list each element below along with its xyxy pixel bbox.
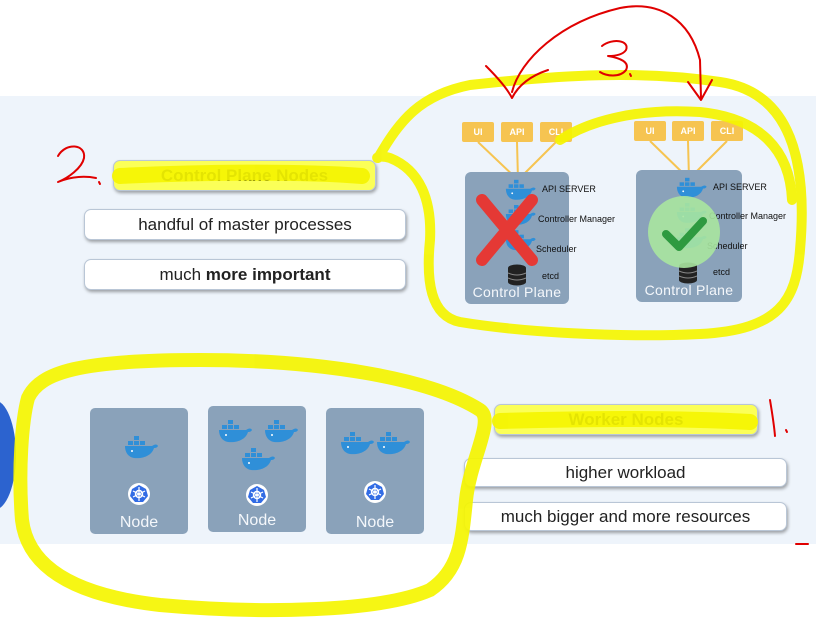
red-number-1 — [769, 399, 788, 437]
highlight-worker-region — [13, 353, 492, 618]
annotation-num3: 3. — [0, 0, 2, 1]
highlight-control-plane-title — [112, 164, 370, 184]
highlight-worker-title — [492, 410, 758, 430]
red-arrow-path — [511, 5, 702, 99]
annotation-overlay: 1. 2. 3. — [0, 0, 809, 618]
highlight-control-plane-region — [372, 70, 807, 341]
highlight-control-plane-inner — [555, 106, 797, 205]
red-number-2 — [57, 145, 101, 185]
